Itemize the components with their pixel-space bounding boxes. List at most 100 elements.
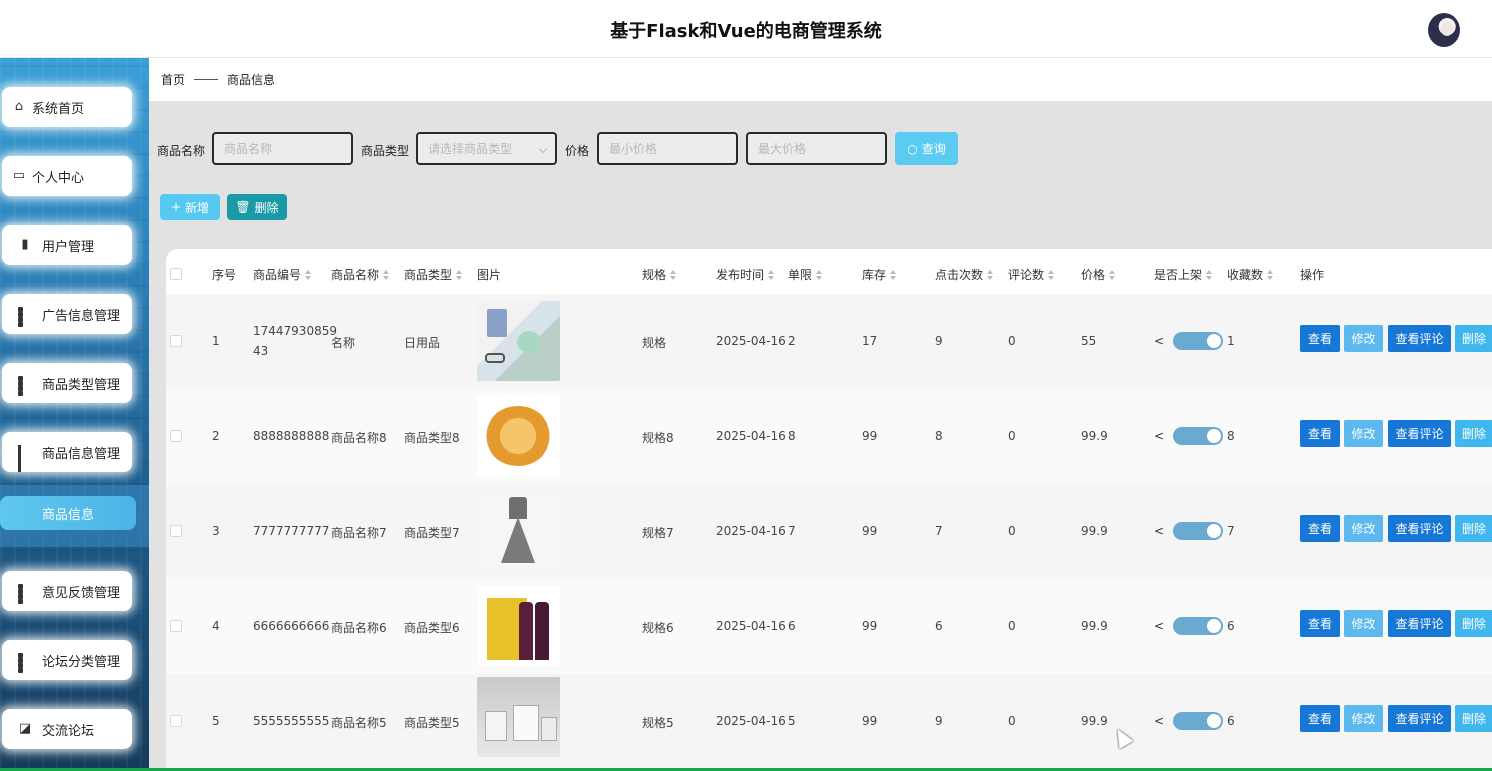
col-favorites-label: 收藏数 — [1227, 268, 1264, 282]
select-all-checkbox[interactable] — [170, 268, 182, 280]
col-comments[interactable]: 评论数 — [1008, 266, 1055, 283]
view-button[interactable]: 查看 — [1300, 610, 1340, 637]
delete-row-button[interactable]: 删除 — [1455, 705, 1492, 732]
listed-toggle[interactable] — [1173, 332, 1223, 350]
edit-button[interactable]: 修改 — [1344, 705, 1383, 732]
delete-row-button[interactable]: 删除 — [1455, 325, 1492, 352]
sort-icon[interactable] — [890, 270, 897, 280]
sidebar-item-forum[interactable]: ◪ 交流论坛 — [2, 709, 132, 749]
sidebar-item-product-types[interactable]: 商品类型管理 — [2, 363, 132, 403]
share-icon[interactable]: < — [1154, 334, 1164, 348]
sidebar-item-ads[interactable]: 广告信息管理 — [2, 294, 132, 334]
sidebar-item-forum-categories[interactable]: 论坛分类管理 — [2, 640, 132, 680]
row-checkbox[interactable] — [170, 525, 182, 537]
col-name[interactable]: 商品名称 — [331, 266, 390, 283]
edit-button[interactable]: 修改 — [1344, 420, 1383, 447]
breadcrumb-separator — [194, 79, 219, 80]
edit-button[interactable]: 修改 — [1344, 610, 1383, 637]
sort-icon[interactable] — [305, 270, 312, 280]
edit-button[interactable]: 修改 — [1344, 515, 1383, 542]
sort-icon[interactable] — [670, 270, 677, 280]
cell-name: 商品名称7 — [331, 526, 387, 540]
col-code[interactable]: 商品编号 — [253, 266, 312, 283]
max-price-placeholder: 最大价格 — [758, 142, 807, 156]
col-date[interactable]: 发布时间 — [716, 266, 775, 283]
sidebar-item-label: 商品类型管理 — [42, 377, 121, 393]
listed-toggle[interactable] — [1173, 712, 1223, 730]
product-name-input[interactable]: 商品名称 — [212, 132, 353, 165]
batch-delete-button[interactable]: 🗑 删除 — [227, 194, 287, 220]
sort-icon[interactable] — [1267, 270, 1274, 280]
sidebar-item-home[interactable]: ⌂ 系统首页 — [2, 87, 132, 127]
row-checkbox[interactable] — [170, 335, 182, 347]
view-comments-button[interactable]: 查看评论 — [1388, 420, 1451, 447]
col-type[interactable]: 商品类型 — [404, 266, 463, 283]
query-button[interactable]: ○ 查询 — [895, 132, 958, 165]
sidebar-item-profile[interactable]: ▭ 个人中心 — [2, 156, 132, 196]
col-favorites[interactable]: 收藏数 — [1227, 266, 1274, 283]
sort-icon[interactable] — [1048, 270, 1055, 280]
row-checkbox[interactable] — [170, 430, 182, 442]
sort-icon[interactable] — [1109, 270, 1116, 280]
delete-row-button[interactable]: 删除 — [1455, 610, 1492, 637]
cell-name: 商品名称8 — [331, 431, 387, 445]
sort-icon[interactable] — [1206, 270, 1213, 280]
sidebar-item-feedback[interactable]: 意见反馈管理 — [2, 571, 132, 611]
sort-icon[interactable] — [456, 270, 463, 280]
view-button[interactable]: 查看 — [1300, 325, 1340, 352]
col-stock[interactable]: 库存 — [862, 266, 897, 283]
cell-spec: 规格5 — [642, 716, 674, 730]
view-button[interactable]: 查看 — [1300, 420, 1340, 447]
cell-code-line2: 43 — [253, 344, 269, 358]
sidebar-item-products[interactable]: 商品信息管理 — [2, 432, 132, 472]
user-avatar[interactable] — [1428, 13, 1460, 47]
cell-spec: 规格7 — [642, 526, 674, 540]
share-icon[interactable]: < — [1154, 714, 1164, 728]
listed-toggle[interactable] — [1173, 522, 1223, 540]
sort-icon[interactable] — [816, 270, 823, 280]
col-listed-label: 是否上架 — [1154, 268, 1203, 282]
listed-toggle[interactable] — [1173, 617, 1223, 635]
dress-photo[interactable] — [477, 491, 560, 571]
listed-toggle[interactable] — [1173, 427, 1223, 445]
cell-code: 8888888888 — [253, 429, 330, 443]
row-checkbox[interactable] — [170, 620, 182, 632]
view-button[interactable]: 查看 — [1300, 705, 1340, 732]
col-spec[interactable]: 规格 — [642, 266, 677, 283]
table-row: 5 5555555555 商品名称5 商品类型5 规格5 2025-04-16 … — [166, 674, 1492, 769]
sort-icon[interactable] — [768, 270, 775, 280]
snack-photo[interactable] — [477, 396, 560, 476]
view-comments-button[interactable]: 查看评论 — [1388, 705, 1451, 732]
row-checkbox[interactable] — [170, 715, 182, 727]
col-listed[interactable]: 是否上架 — [1154, 266, 1213, 283]
view-comments-button[interactable]: 查看评论 — [1388, 610, 1451, 637]
share-icon[interactable]: < — [1154, 524, 1164, 538]
sort-icon[interactable] — [383, 270, 390, 280]
max-price-input[interactable]: 最大价格 — [746, 132, 887, 165]
col-clicks[interactable]: 点击次数 — [935, 266, 994, 283]
submenu-item-product-info[interactable]: 商品信息 — [0, 496, 136, 530]
sidebar-item-users[interactable]: ▮ 用户管理 — [2, 225, 132, 265]
share-icon[interactable]: < — [1154, 429, 1164, 443]
share-icon[interactable]: < — [1154, 619, 1164, 633]
delete-row-button[interactable]: 删除 — [1455, 420, 1492, 447]
wine-box-photo[interactable] — [477, 586, 560, 666]
view-comments-button[interactable]: 查看评论 — [1388, 325, 1451, 352]
household-goods-photo[interactable] — [477, 301, 560, 381]
view-button[interactable]: 查看 — [1300, 515, 1340, 542]
edit-button[interactable]: 修改 — [1344, 325, 1383, 352]
cell-code: 7777777777 — [253, 524, 330, 538]
breadcrumb-home[interactable]: 首页 — [161, 71, 185, 88]
col-comments-label: 评论数 — [1008, 268, 1045, 282]
product-type-select[interactable]: 请选择商品类型 — [416, 132, 557, 165]
delete-row-button[interactable]: 删除 — [1455, 515, 1492, 542]
sort-icon[interactable] — [987, 270, 994, 280]
col-price[interactable]: 价格 — [1081, 266, 1116, 283]
cell-price: 55 — [1081, 334, 1097, 348]
min-price-input[interactable]: 最小价格 — [597, 132, 738, 165]
view-comments-button[interactable]: 查看评论 — [1388, 515, 1451, 542]
paper-bags-photo[interactable] — [477, 677, 560, 757]
col-limit[interactable]: 单限 — [788, 266, 823, 283]
cell-type: 日用品 — [404, 336, 441, 350]
add-button[interactable]: + 新增 — [160, 194, 220, 220]
